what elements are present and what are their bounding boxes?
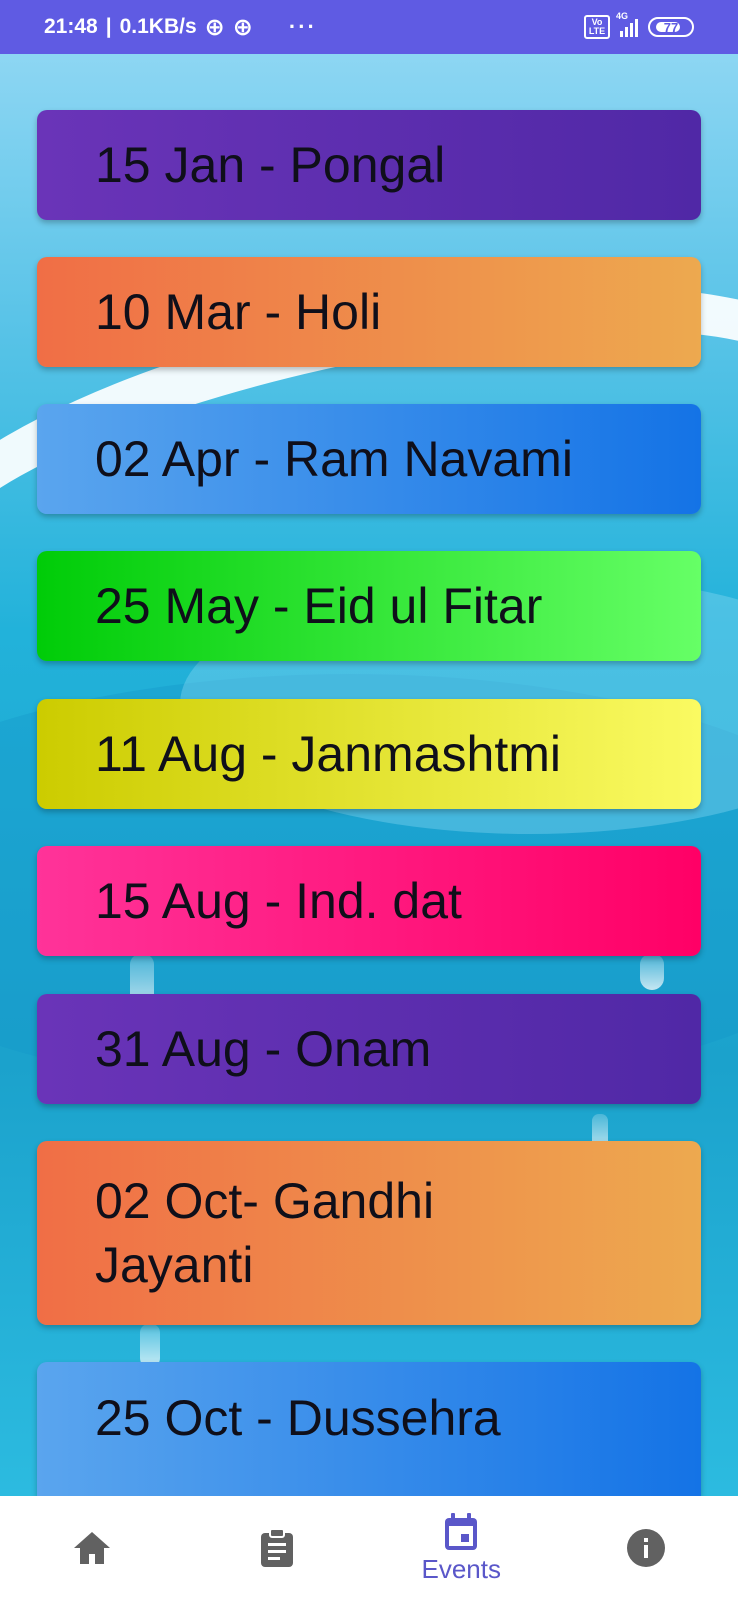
- home-icon: [74, 1532, 111, 1564]
- network-type: 4G: [616, 11, 629, 21]
- event-card[interactable]: 11 Aug - Janmashtmi: [37, 699, 701, 809]
- calendar-icon: [445, 1512, 478, 1550]
- event-card[interactable]: 25 Oct - Dussehra: [37, 1362, 701, 1496]
- event-label: 02 Apr - Ram Navami: [95, 431, 573, 487]
- event-label: 10 Mar - Holi: [95, 284, 382, 340]
- status-bar: 21:48 | 0.1KB/s ⊕ ⊕ ··· Vo LTE 4G 77: [0, 0, 738, 54]
- battery-icon: 77: [648, 17, 694, 37]
- nav-events[interactable]: Events: [369, 1496, 554, 1600]
- volte-icon: Vo LTE: [584, 15, 610, 39]
- event-label: 11 Aug - Janmashtmi: [95, 726, 561, 782]
- event-label: 15 Aug - Ind. dat: [95, 873, 462, 929]
- water-drop: [640, 954, 664, 990]
- info-icon: [626, 1529, 665, 1567]
- event-label: 25 May - Eid ul Fitar: [95, 578, 543, 634]
- app-notification-icon: ⊕: [204, 13, 225, 41]
- nav-info[interactable]: [554, 1496, 738, 1600]
- event-label: 25 Oct - Dussehra: [95, 1390, 501, 1446]
- nav-events-label: Events: [421, 1553, 502, 1584]
- event-card[interactable]: 25 May - Eid ul Fitar: [37, 551, 701, 661]
- bottom-navigation: Events: [0, 1496, 738, 1600]
- event-card[interactable]: 02 Apr - Ram Navami: [37, 404, 701, 514]
- signal-icon: 4G: [616, 11, 638, 37]
- battery-level: 77: [663, 19, 679, 35]
- nav-home[interactable]: [0, 1496, 185, 1600]
- nav-notes[interactable]: [185, 1496, 370, 1600]
- status-time: 21:48: [44, 15, 98, 38]
- event-label: 31 Aug - Onam: [95, 1021, 432, 1077]
- event-label: 02 Oct- Gandhi Jayanti: [95, 1173, 435, 1293]
- status-separator: |: [105, 15, 112, 38]
- event-card[interactable]: 15 Aug - Ind. dat: [37, 846, 701, 956]
- event-card[interactable]: 31 Aug - Onam: [37, 994, 701, 1104]
- event-label: 15 Jan - Pongal: [95, 137, 446, 193]
- app-notification-icon: ⊕: [232, 13, 253, 41]
- event-card[interactable]: 02 Oct- Gandhi Jayanti: [37, 1141, 701, 1325]
- status-speed: 0.1KB/s: [119, 15, 197, 38]
- more-notifications-icon: ···: [288, 14, 317, 39]
- clipboard-icon: [260, 1528, 293, 1567]
- event-card[interactable]: 15 Jan - Pongal: [37, 110, 701, 220]
- event-card[interactable]: 10 Mar - Holi: [37, 257, 701, 367]
